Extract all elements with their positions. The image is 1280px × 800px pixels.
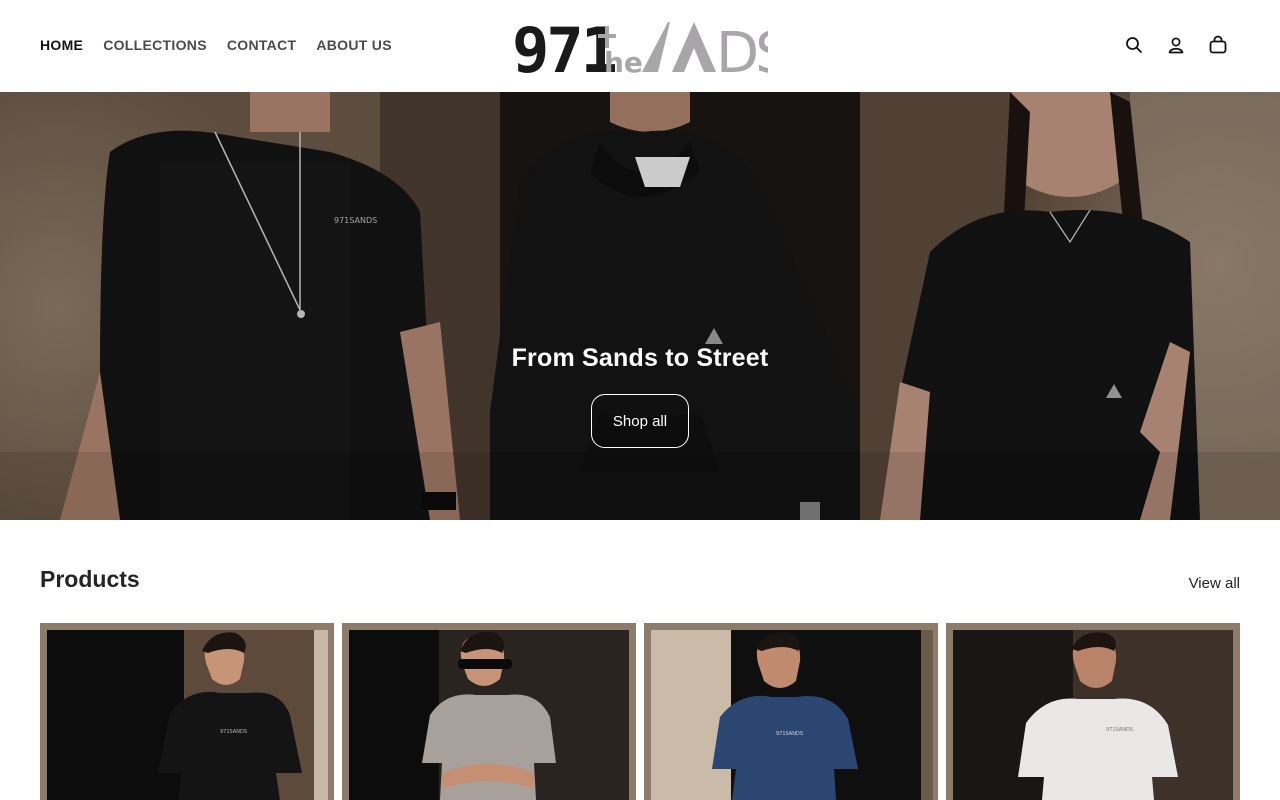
products-section-title: Products	[40, 566, 140, 592]
shop-all-button[interactable]: Shop all	[591, 394, 689, 448]
cart-icon[interactable]	[1208, 34, 1228, 56]
product-card[interactable]	[342, 623, 636, 800]
nav-home[interactable]: HOME	[40, 36, 83, 54]
logo-word-ds: DS	[716, 21, 768, 78]
nav-collections[interactable]: COLLECTIONS	[103, 36, 207, 54]
site-header: HOME COLLECTIONS CONTACT ABOUT US 971 he…	[0, 0, 1280, 92]
brand-logo-graphic: 971 he DS	[512, 14, 792, 87]
product-image	[342, 623, 636, 800]
search-icon[interactable]	[1124, 34, 1144, 56]
product-card[interactable]: 971SANDS	[644, 623, 938, 800]
nav-contact[interactable]: CONTACT	[227, 36, 297, 54]
view-all-link[interactable]: View all	[1189, 575, 1240, 592]
product-image: 971SANDS	[40, 623, 334, 800]
main-nav: HOME COLLECTIONS CONTACT ABOUT US	[40, 36, 392, 54]
logo-triangle-mark	[672, 22, 716, 72]
hero-title: From Sands to Street	[511, 344, 769, 372]
product-image: 971SANDS	[946, 623, 1240, 800]
svg-text:971SANDS: 971SANDS	[776, 731, 803, 737]
logo-word-the: he	[604, 46, 643, 78]
product-card[interactable]: 971SANDS	[946, 623, 1240, 800]
svg-text:971SANDS: 971SANDS	[1106, 727, 1133, 733]
product-card[interactable]: 971SANDS	[40, 623, 334, 800]
product-grid: 971SANDS 971SANDS 971SANDS	[40, 623, 1240, 800]
brand-logo[interactable]: 971 he DS	[512, 14, 792, 87]
product-image: 971SANDS	[644, 623, 938, 800]
svg-text:971SANDS: 971SANDS	[220, 729, 247, 735]
hero-banner: 971SANDS From Sands to Street Shop all	[0, 92, 1280, 520]
account-icon[interactable]	[1166, 34, 1186, 56]
nav-about-us[interactable]: ABOUT US	[316, 36, 392, 54]
header-icons	[1124, 34, 1228, 56]
logo-number: 971	[512, 14, 616, 78]
hero-image: 971SANDS	[0, 92, 1280, 520]
